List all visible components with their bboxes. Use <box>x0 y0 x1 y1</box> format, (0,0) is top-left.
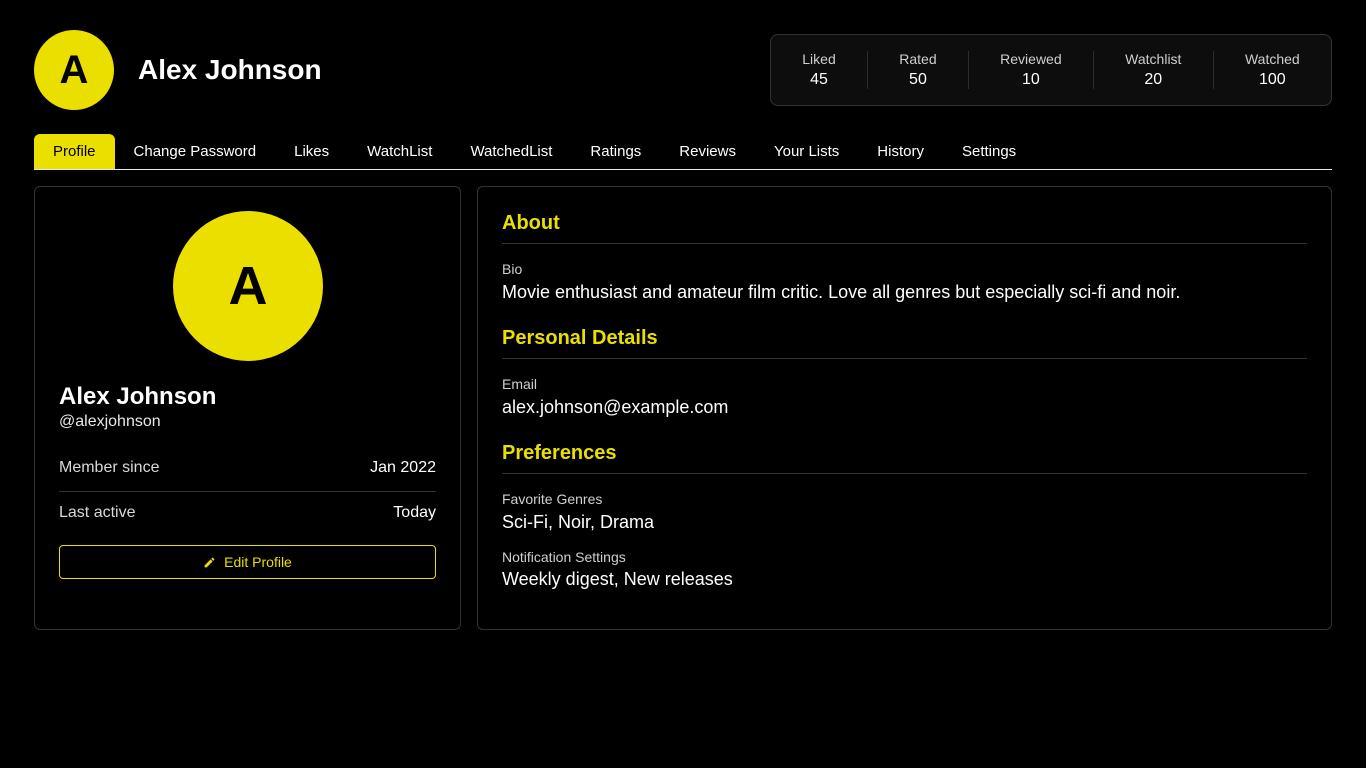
member-since-label: Member since <box>59 459 160 476</box>
stat-value: 20 <box>1144 71 1163 88</box>
pencil-icon <box>203 556 216 569</box>
tab-settings[interactable]: Settings <box>943 134 1035 169</box>
bio-label: Bio <box>502 261 523 277</box>
stat-label: Watchlist <box>1125 51 1182 67</box>
stat-value: 100 <box>1259 71 1286 88</box>
genres-value: Sci-Fi, Noir, Drama <box>502 512 655 532</box>
stat-liked: Liked 45 <box>771 51 868 89</box>
stat-rated: Rated 50 <box>868 51 969 89</box>
profile-avatar: A <box>173 211 323 361</box>
bio-value: Movie enthusiast and amateur film critic… <box>502 282 1181 302</box>
tab-profile[interactable]: Profile <box>34 134 115 169</box>
stat-label: Watched <box>1244 51 1300 67</box>
stat-value: 50 <box>909 71 927 88</box>
member-since-row: Member since Jan 2022 <box>59 459 436 477</box>
details-card: About Bio Movie enthusiast and amateur f… <box>477 186 1332 630</box>
notifications-label: Notification Settings <box>502 549 626 565</box>
last-active-row: Last active Today <box>59 504 436 522</box>
tab-watchlist[interactable]: WatchList <box>348 134 451 169</box>
member-since-value: Jan 2022 <box>370 459 436 476</box>
stat-watched: Watched 100 <box>1214 51 1331 89</box>
stat-label: Liked <box>802 51 836 67</box>
stat-reviewed: Reviewed 10 <box>969 51 1094 89</box>
profile-card: A Alex Johnson @alexjohnson Member since… <box>34 186 461 630</box>
tab-change-password[interactable]: Change Password <box>115 134 276 169</box>
tab-history[interactable]: History <box>858 134 943 169</box>
section-title-about: About <box>502 211 1307 244</box>
notifications-value: Weekly digest, New releases <box>502 569 733 589</box>
profile-tabs: Profile Change Password Likes WatchList … <box>34 134 1332 170</box>
profile-name: Alex Johnson <box>59 383 217 410</box>
email-value: alex.johnson@example.com <box>502 397 729 417</box>
stat-label: Rated <box>899 51 937 67</box>
last-active-value: Today <box>393 504 436 521</box>
section-title-personal-details: Personal Details <box>502 326 1307 359</box>
profile-header: A Alex Johnson Liked 45 Rated 50 Reviewe… <box>34 30 1332 110</box>
last-active-label: Last active <box>59 504 136 521</box>
genres-label: Favorite Genres <box>502 491 603 507</box>
stat-value: 10 <box>1022 71 1040 88</box>
tab-likes[interactable]: Likes <box>275 134 348 169</box>
tab-ratings[interactable]: Ratings <box>571 134 660 169</box>
stat-label: Reviewed <box>1000 51 1062 67</box>
tab-watchedlist[interactable]: WatchedList <box>451 134 571 169</box>
profile-handle: @alexjohnson <box>59 413 161 430</box>
stat-value: 45 <box>810 71 828 88</box>
stats-bar: Liked 45 Rated 50 Reviewed 10 Watchlist … <box>770 34 1332 106</box>
page-title: Alex Johnson <box>138 54 322 85</box>
avatar: A <box>34 30 114 110</box>
tab-reviews[interactable]: Reviews <box>660 134 755 169</box>
tab-your-lists[interactable]: Your Lists <box>755 134 858 169</box>
edit-profile-label: Edit Profile <box>224 554 292 570</box>
stat-watchlist: Watchlist 20 <box>1094 51 1214 89</box>
section-title-preferences: Preferences <box>502 441 1307 474</box>
edit-profile-button[interactable]: Edit Profile <box>59 545 436 579</box>
email-label: Email <box>502 376 538 392</box>
divider <box>59 491 436 492</box>
